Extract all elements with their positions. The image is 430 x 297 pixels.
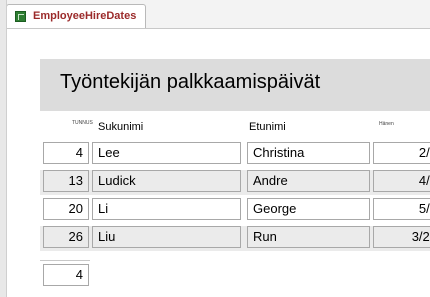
column-label-first-name: Etunimi bbox=[249, 121, 286, 133]
column-label-last-name: Sukunimi bbox=[98, 121, 144, 133]
table-row: 4 Lee Christina 2/5 bbox=[40, 142, 430, 167]
left-border bbox=[0, 0, 7, 297]
hire-date-field[interactable]: 4/1 bbox=[373, 170, 430, 192]
last-name-field[interactable]: Lee bbox=[92, 142, 241, 164]
last-name-field[interactable]: Li bbox=[92, 198, 241, 220]
id-field[interactable]: 4 bbox=[43, 142, 89, 164]
tab-label: EmployeeHireDates bbox=[33, 10, 137, 22]
last-name-field[interactable]: Ludick bbox=[92, 170, 241, 192]
form-title: Työntekijän palkkaamispäivät bbox=[60, 71, 321, 93]
id-field[interactable]: 20 bbox=[43, 198, 89, 220]
access-window: EmployeeHireDates Työntekijän palkkaamis… bbox=[0, 0, 430, 297]
form-icon bbox=[15, 11, 26, 22]
id-field[interactable]: 26 bbox=[43, 226, 89, 248]
column-label-id: TUNNUS bbox=[72, 120, 93, 126]
hire-date-field[interactable]: 3/27 bbox=[373, 226, 430, 248]
table-row: 20 Li George 5/2 bbox=[40, 198, 430, 223]
hire-date-field[interactable]: 2/5 bbox=[373, 142, 430, 164]
hire-date-field[interactable]: 5/2 bbox=[373, 198, 430, 220]
record-count-field[interactable]: 4 bbox=[43, 264, 89, 286]
document-tab-bar: EmployeeHireDates bbox=[0, 0, 430, 29]
form-area: Työntekijän palkkaamispäivät TUNNUS Suku… bbox=[7, 29, 430, 297]
tab-employee-hire-dates[interactable]: EmployeeHireDates bbox=[6, 4, 146, 28]
column-label-hire-date: Hänen bbox=[379, 121, 394, 127]
footer-divider bbox=[40, 260, 90, 261]
first-name-field[interactable]: Christina bbox=[247, 142, 370, 164]
first-name-field[interactable]: Andre bbox=[247, 170, 370, 192]
table-row: 13 Ludick Andre 4/1 bbox=[40, 170, 430, 195]
form-header: Työntekijän palkkaamispäivät bbox=[40, 59, 430, 111]
id-field[interactable]: 13 bbox=[43, 170, 89, 192]
last-name-field[interactable]: Liu bbox=[92, 226, 241, 248]
table-row: 26 Liu Run 3/27 bbox=[40, 226, 430, 251]
first-name-field[interactable]: Run bbox=[247, 226, 370, 248]
first-name-field[interactable]: George bbox=[247, 198, 370, 220]
